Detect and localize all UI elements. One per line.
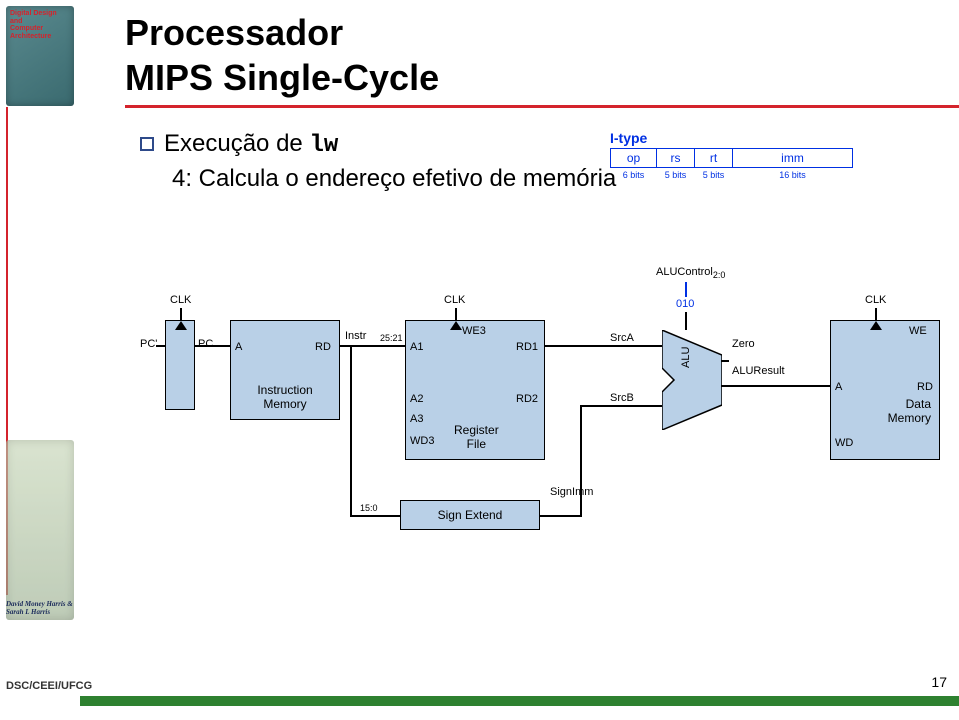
clk-label: CLK [865, 294, 886, 306]
itype-bits: 5 bits [695, 168, 733, 183]
itype-field: imm [733, 149, 853, 168]
instruction-memory: A RD Instruction Memory [230, 320, 340, 420]
wire [350, 345, 352, 516]
book-title-line: Computer Architecture [10, 25, 70, 40]
bullet-item: Execução de lw [140, 130, 616, 159]
itype-format: I-type op rs rt imm 6 bits 5 bits 5 bits… [610, 130, 853, 182]
book-title-line: Digital Design and [10, 10, 70, 25]
alu-label: ALU [680, 347, 692, 368]
alucontrol-wire2 [685, 312, 687, 330]
wire [580, 405, 582, 515]
alucontrol-label: ALUControl2:0 [656, 266, 725, 280]
wire [195, 345, 230, 347]
clk-wire [180, 308, 182, 320]
book-title: Digital Design and Computer Architecture [10, 10, 70, 41]
clk-triangle-icon [450, 321, 462, 330]
book-panel [6, 440, 74, 620]
data-memory: WE A RD Data Memory WD [830, 320, 940, 460]
page-number: 17 [931, 674, 947, 690]
aluresult-label: ALUResult [732, 365, 785, 377]
pc-label: PC [198, 338, 213, 350]
book-sidebar: Digital Design and Computer Architecture… [0, 0, 80, 720]
srcb-label: SrcB [610, 392, 634, 404]
bullet-subtext: 4: Calcula o endereço efetivo de memória [172, 165, 616, 193]
wire [350, 515, 400, 517]
itype-field: op [611, 149, 657, 168]
itype-bits: 5 bits [657, 168, 695, 183]
clk-triangle-icon [175, 321, 187, 330]
alucontrol-wire [685, 282, 687, 297]
pc-register [165, 320, 195, 410]
register-file: A1 WE3 RD1 A2 RD2 A3 WD3 Register File [405, 320, 545, 460]
itype-table: op rs rt imm 6 bits 5 bits 5 bits 16 bit… [610, 148, 853, 182]
alucontrol-value: 010 [676, 298, 694, 310]
bits-25-21: 25:21 [380, 333, 403, 343]
clk-wire [455, 308, 457, 320]
alu-block [662, 330, 722, 430]
datapath-diagram: ALUControl2:0 010 CLK PC' PC A RD Instru… [120, 280, 950, 560]
itype-bits: 16 bits [733, 168, 853, 183]
itype-bits: 6 bits [611, 168, 657, 183]
wire [156, 345, 165, 347]
srca-label: SrcA [610, 332, 634, 344]
sign-extend-block: Sign Extend [400, 500, 540, 530]
body-text: Execução de lw 4: Calcula o endereço efe… [140, 130, 616, 193]
title-underline [125, 105, 959, 108]
clk-wire [875, 308, 877, 320]
instr-label: Instr [345, 330, 366, 342]
bullet-text: Execução de [164, 130, 309, 157]
clk-label: CLK [444, 294, 465, 306]
wire [721, 385, 830, 387]
pc-next-label: PC' [140, 338, 157, 350]
clk-triangle-icon [870, 321, 882, 330]
wire [545, 345, 662, 347]
zero-label: Zero [732, 338, 755, 350]
page-title: Processador MIPS Single-Cycle [125, 10, 439, 100]
wire [580, 405, 662, 407]
bullet-square-icon [140, 137, 154, 151]
page-title-line: MIPS Single-Cycle [125, 55, 439, 100]
book-authors: David Money Harris & Sarah L Harris [6, 600, 76, 616]
clk-label: CLK [170, 294, 191, 306]
signimm-label: SignImm [550, 486, 593, 498]
page-title-line: Processador [125, 10, 439, 55]
bullet-code: lw [309, 132, 338, 159]
wire [721, 360, 729, 362]
itype-field: rs [657, 149, 695, 168]
itype-label: I-type [610, 130, 853, 146]
wire [540, 515, 582, 517]
bits-15-0: 15:0 [360, 503, 378, 513]
itype-field: rt [695, 149, 733, 168]
